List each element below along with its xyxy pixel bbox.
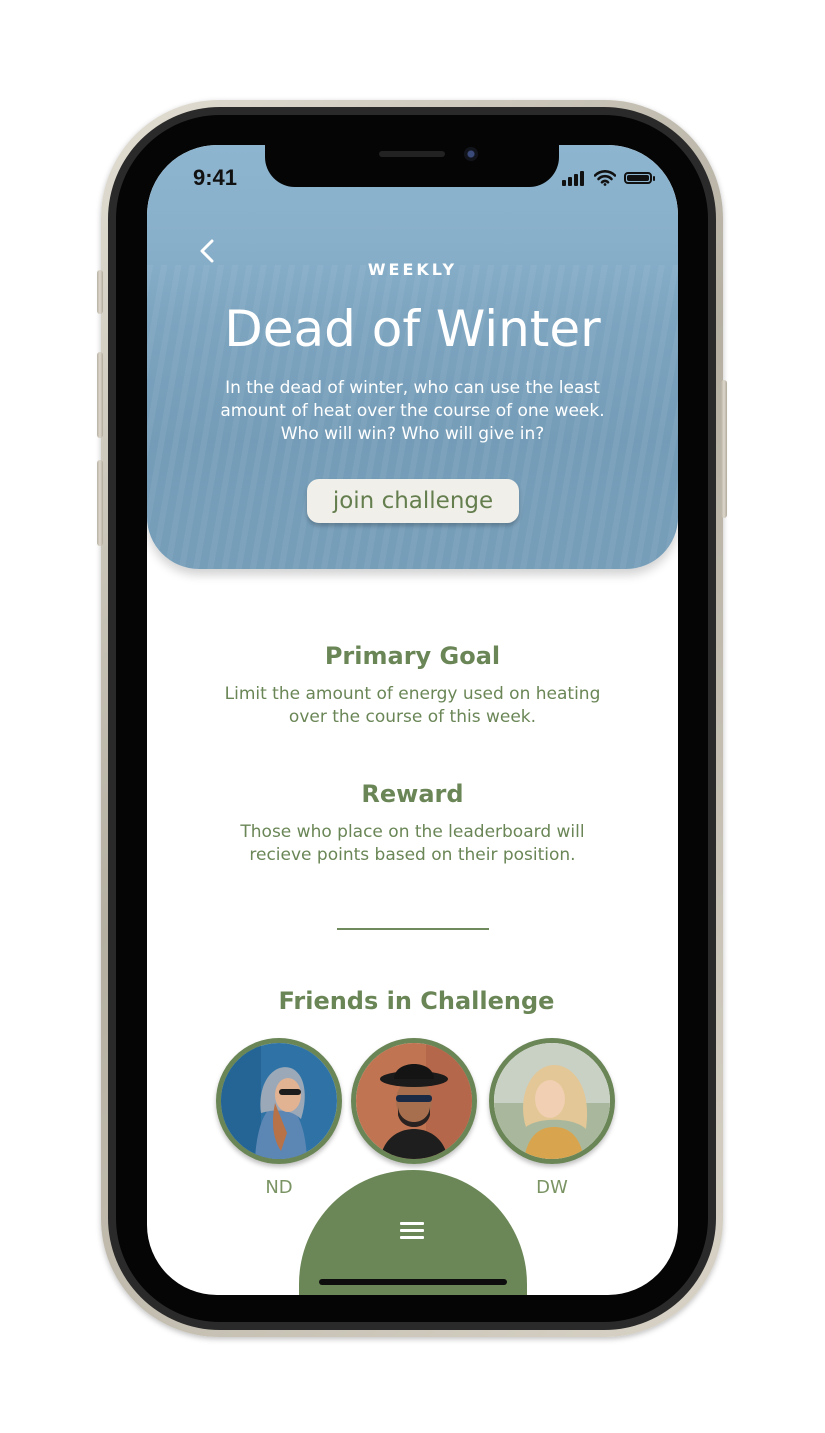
volume-down-button <box>97 460 103 546</box>
reward-title: Reward <box>361 780 464 808</box>
status-time: 9:41 <box>193 165 238 190</box>
primary-goal-line: Limit the amount of energy used on heati… <box>224 684 601 704</box>
challenge-frequency: WEEKLY <box>367 260 458 279</box>
friend-avatar[interactable] <box>489 1038 615 1164</box>
friend-initials: ND <box>265 1177 293 1198</box>
description-line: In the dead of winter, who can use the l… <box>225 378 600 398</box>
battery-icon <box>624 172 655 184</box>
silent-switch <box>97 270 103 314</box>
reward-line: recieve points based on their position. <box>249 845 576 865</box>
section-divider <box>337 928 489 930</box>
avatar-photo <box>494 1043 610 1159</box>
status-icons <box>562 170 658 188</box>
description-line: Who will win? Who will give in? <box>280 424 545 444</box>
avatar-photo <box>221 1043 337 1159</box>
wifi-icon <box>594 170 616 186</box>
primary-goal-title: Primary Goal <box>324 642 501 670</box>
friends-title: Friends in Challenge <box>278 987 555 1015</box>
challenge-title: Dead of Winter <box>224 300 601 358</box>
friend-avatar[interactable] <box>216 1038 342 1164</box>
signal-icon <box>562 170 588 186</box>
description-line: amount of heat over the course of one we… <box>220 401 605 421</box>
challenge-description: In the dead of winter, who can use the l… <box>217 377 608 446</box>
notch <box>265 145 559 187</box>
friend-avatar[interactable] <box>351 1038 477 1164</box>
reward-line: Those who place on the leaderboard will <box>240 822 585 842</box>
challenge-hero: WEEKLY Dead of Winter In the dead of win… <box>147 145 678 569</box>
hamburger-menu-icon <box>400 1222 424 1240</box>
avatar-photo <box>356 1043 472 1159</box>
phone-screen: WEEKLY Dead of Winter In the dead of win… <box>147 145 678 1295</box>
join-challenge-button[interactable]: join challenge <box>307 479 519 523</box>
speaker-grille <box>379 151 445 157</box>
friend-initials: DW <box>536 1177 568 1198</box>
primary-goal-line: over the course of this week. <box>288 707 537 727</box>
power-button <box>721 380 727 518</box>
volume-up-button <box>97 352 103 438</box>
primary-goal-text: Limit the amount of energy used on heati… <box>207 683 618 729</box>
reward-text: Those who place on the leaderboard will … <box>207 821 618 867</box>
home-indicator[interactable] <box>319 1279 507 1285</box>
front-camera <box>464 147 478 161</box>
